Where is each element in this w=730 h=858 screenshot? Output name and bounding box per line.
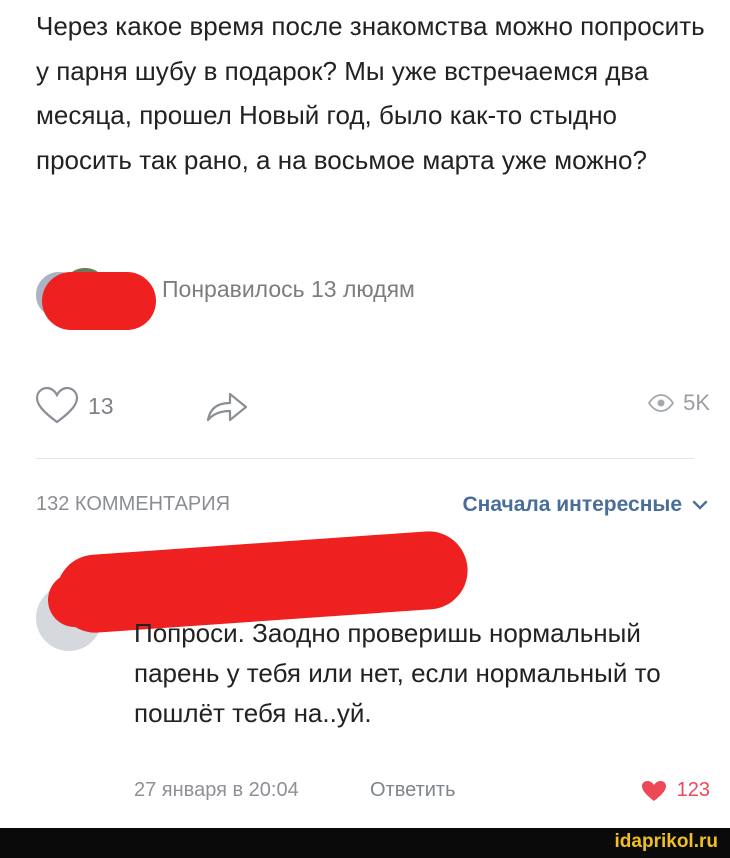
comment-date: 27 января в 20:04 <box>134 779 299 801</box>
liked-by-row[interactable]: Понравилось 13 людям <box>34 256 554 330</box>
redaction-mark <box>42 272 156 330</box>
heart-outline-icon <box>35 386 79 424</box>
like-count: 13 <box>88 392 114 419</box>
footer-bar: idaprikol.ru <box>0 828 730 858</box>
views-counter: 5K <box>647 390 710 416</box>
comment-meta: 27 января в 20:04 Ответить 123 <box>134 779 710 809</box>
sort-label: Сначала интересные <box>462 493 683 516</box>
eye-icon <box>647 394 675 412</box>
like-button[interactable]: 13 <box>34 386 114 426</box>
comment-text: Попроси. Заодно проверишь нормальный пар… <box>134 618 661 728</box>
post-text: Через какое время после знакомства можно… <box>36 11 705 175</box>
liked-by-text: Понравилось 13 людям <box>162 276 415 302</box>
chevron-down-icon <box>692 500 708 510</box>
reply-button[interactable]: Ответить <box>370 779 456 802</box>
heart-filled-icon <box>641 780 666 801</box>
comments-sort-button[interactable]: Сначала интересные <box>463 493 709 517</box>
comment-item: Попроси. Заодно проверишь нормальный пар… <box>0 525 730 815</box>
comment-like-button[interactable]: 123 <box>641 779 710 802</box>
comments-count: 132 КОММЕНТАРИЯ <box>36 493 231 515</box>
comment-like-count: 123 <box>676 779 710 801</box>
watermark: idaprikol.ru <box>614 831 718 852</box>
post-action-bar: 13 5K <box>34 382 710 428</box>
comments-header: 132 КОММЕНТАРИЯ Сначала интересные <box>36 493 708 523</box>
divider <box>36 458 694 459</box>
share-button[interactable] <box>202 386 252 431</box>
liker-avatars <box>34 266 164 330</box>
share-arrow-icon <box>206 392 248 422</box>
views-count: 5K <box>683 390 710 415</box>
